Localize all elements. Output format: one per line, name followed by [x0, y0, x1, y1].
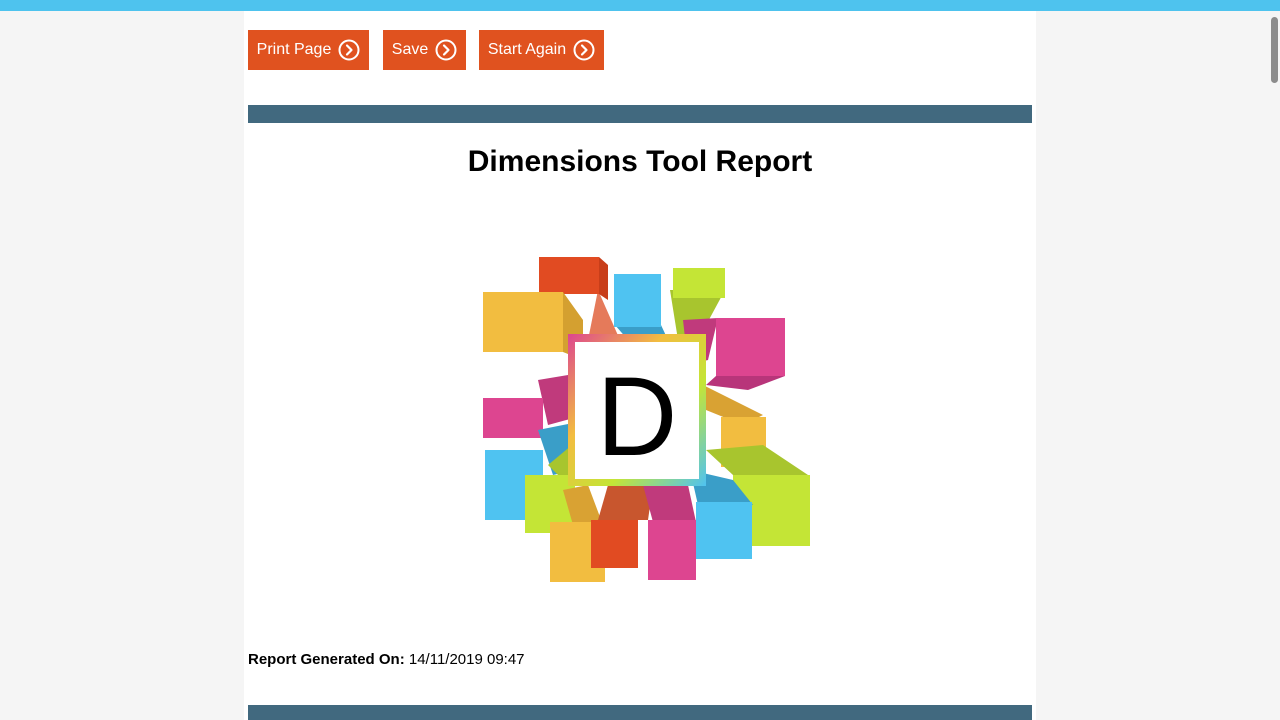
- start-again-button[interactable]: Start Again: [479, 30, 604, 70]
- dimensions-logo: D: [483, 257, 810, 582]
- footer-band: [248, 705, 1032, 720]
- report-generated-label: Report Generated On:: [248, 651, 405, 668]
- header-band: [248, 105, 1032, 123]
- scrollbar-thumb[interactable]: [1271, 17, 1278, 83]
- report-generated-value: 14/11/2019 09:47: [408, 651, 525, 668]
- chevron-right-circle-icon: [573, 39, 595, 61]
- vertical-scrollbar[interactable]: [1267, 11, 1280, 720]
- print-page-button[interactable]: Print Page: [248, 30, 369, 70]
- page-title: Dimensions Tool Report: [467, 145, 813, 178]
- print-page-label: Print Page: [256, 41, 332, 58]
- browser-top-strip: [0, 0, 1280, 11]
- start-again-label: Start Again: [487, 41, 567, 58]
- save-label: Save: [391, 41, 429, 58]
- save-button[interactable]: Save: [383, 30, 466, 70]
- chevron-right-circle-icon: [338, 39, 360, 61]
- report-generated-line: Report Generated On: 14/11/2019 09:47: [248, 651, 525, 668]
- logo-letter: D: [597, 354, 678, 479]
- chevron-right-circle-icon: [435, 39, 457, 61]
